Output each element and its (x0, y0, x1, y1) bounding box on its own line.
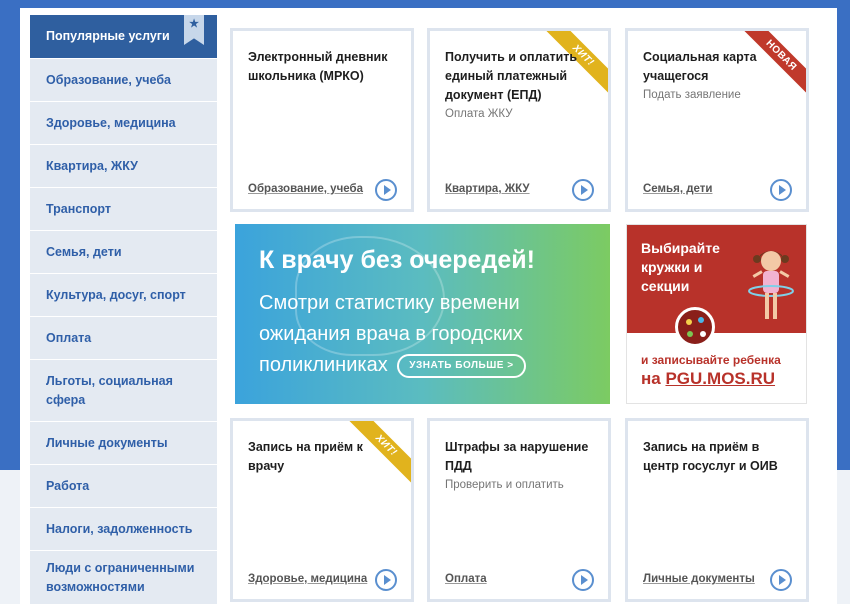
category-sidebar: Популярные услуги ★ Образование, учеба З… (30, 15, 217, 604)
sidebar-item-disabilities[interactable]: Люди с ограниченными возможностями (30, 551, 217, 604)
play-arrow-icon[interactable] (572, 179, 594, 201)
sidebar-item-label: Люди с ограниченными возможностями (46, 561, 195, 594)
banner-site-line: на PGU.MOS.RU (641, 369, 776, 388)
sidebar-item-label: Льготы, социальная сфера (46, 373, 173, 407)
card-category-link[interactable]: Оплата (445, 573, 487, 585)
sidebar-item-family[interactable]: Семья, дети (30, 231, 217, 274)
sidebar-item-label: Здоровье, медицина (46, 115, 176, 130)
sidebar-item-payment[interactable]: Оплата (30, 317, 217, 360)
doctor-queue-banner[interactable]: К врачу без очередей! Смотри статистику … (235, 224, 610, 404)
sidebar-item-label: Семья, дети (46, 244, 122, 259)
card-title: Получить и оплатить единый платежный док… (445, 48, 594, 123)
card-subtitle: Подать заявление (643, 89, 741, 101)
play-arrow-icon[interactable] (770, 569, 792, 591)
service-card[interactable]: Штрафы за нарушение ПДД Проверить и опла… (427, 418, 611, 602)
star-bookmark-icon: ★ (184, 15, 204, 45)
sidebar-item-taxes[interactable]: Налоги, задолженность (30, 508, 217, 551)
sidebar-item-label: Культура, досуг, спорт (46, 287, 186, 302)
card-title: Запись на приём в центр госуслуг и ОИВ (643, 440, 778, 473)
content-panel: Популярные услуги ★ Образование, учеба З… (20, 8, 837, 604)
sidebar-item-work[interactable]: Работа (30, 465, 217, 508)
banner-text: Смотри статистику времени ожидания врача… (259, 288, 589, 381)
learn-more-button[interactable]: УЗНАТЬ БОЛЬШЕ > (397, 353, 526, 378)
sidebar-item-label: Налоги, задолженность (46, 521, 193, 536)
sidebar-item-housing[interactable]: Квартира, ЖКУ (30, 145, 217, 188)
clubs-banner[interactable]: Выбирайте кружки и секции и записывайте … (626, 224, 807, 404)
sidebar-item-label: Образование, учеба (46, 72, 171, 87)
service-card[interactable]: ХИТ! Запись на приём к врачу Здоровье, м… (230, 418, 414, 602)
sidebar-item-health[interactable]: Здоровье, медицина (30, 102, 217, 145)
play-arrow-icon[interactable] (375, 569, 397, 591)
service-card[interactable]: ХИТ! Получить и оплатить единый платежны… (427, 28, 611, 212)
sidebar-item-label: Работа (46, 478, 90, 493)
play-arrow-icon[interactable] (375, 179, 397, 201)
card-category-link[interactable]: Квартира, ЖКУ (445, 183, 530, 195)
sidebar-item-label: Оплата (46, 330, 92, 345)
card-title: Социальная карта учащегося Подать заявле… (643, 48, 792, 104)
card-category-link[interactable]: Личные документы (643, 573, 755, 585)
sidebar-item-label: Популярные услуги (46, 29, 170, 43)
sidebar-item-culture[interactable]: Культура, досуг, спорт (30, 274, 217, 317)
card-title: Запись на приём к врачу (248, 440, 363, 473)
service-card[interactable]: Электронный дневник школьника (МРКО) Обр… (230, 28, 414, 212)
sidebar-item-popular[interactable]: Популярные услуги ★ (30, 15, 217, 59)
banner-headline: К врачу без очередей! (259, 246, 535, 274)
site-link[interactable]: PGU.MOS.RU (665, 369, 775, 388)
sidebar-item-documents[interactable]: Личные документы (30, 422, 217, 465)
sidebar-item-education[interactable]: Образование, учеба (30, 59, 217, 102)
card-title: Электронный дневник школьника (МРКО) (248, 50, 388, 83)
play-arrow-icon[interactable] (572, 569, 594, 591)
girl-hula-hoop-illustration (748, 251, 794, 319)
service-card[interactable]: Запись на приём в центр госуслуг и ОИВ Л… (625, 418, 809, 602)
sidebar-item-benefits[interactable]: Льготы, социальная сфера (30, 360, 217, 422)
sidebar-item-label: Личные документы (46, 435, 168, 450)
card-title: Штрафы за нарушение ПДД Проверить и опла… (445, 438, 594, 494)
card-category-link[interactable]: Образование, учеба (248, 183, 363, 195)
card-category-link[interactable]: Здоровье, медицина (248, 573, 367, 585)
play-arrow-icon[interactable] (770, 179, 792, 201)
sidebar-item-label: Транспорт (46, 201, 112, 216)
banner-subline: и записывайте ребенка (641, 353, 781, 367)
banner-heading: Выбирайте кружки и секции (641, 240, 720, 294)
card-subtitle: Оплата ЖКУ (445, 108, 513, 120)
card-subtitle: Проверить и оплатить (445, 479, 564, 491)
service-card[interactable]: НОВАЯ Социальная карта учащегося Подать … (625, 28, 809, 212)
art-palette-icon (675, 307, 715, 347)
card-category-link[interactable]: Семья, дети (643, 183, 712, 195)
sidebar-item-label: Квартира, ЖКУ (46, 158, 138, 173)
sidebar-item-transport[interactable]: Транспорт (30, 188, 217, 231)
